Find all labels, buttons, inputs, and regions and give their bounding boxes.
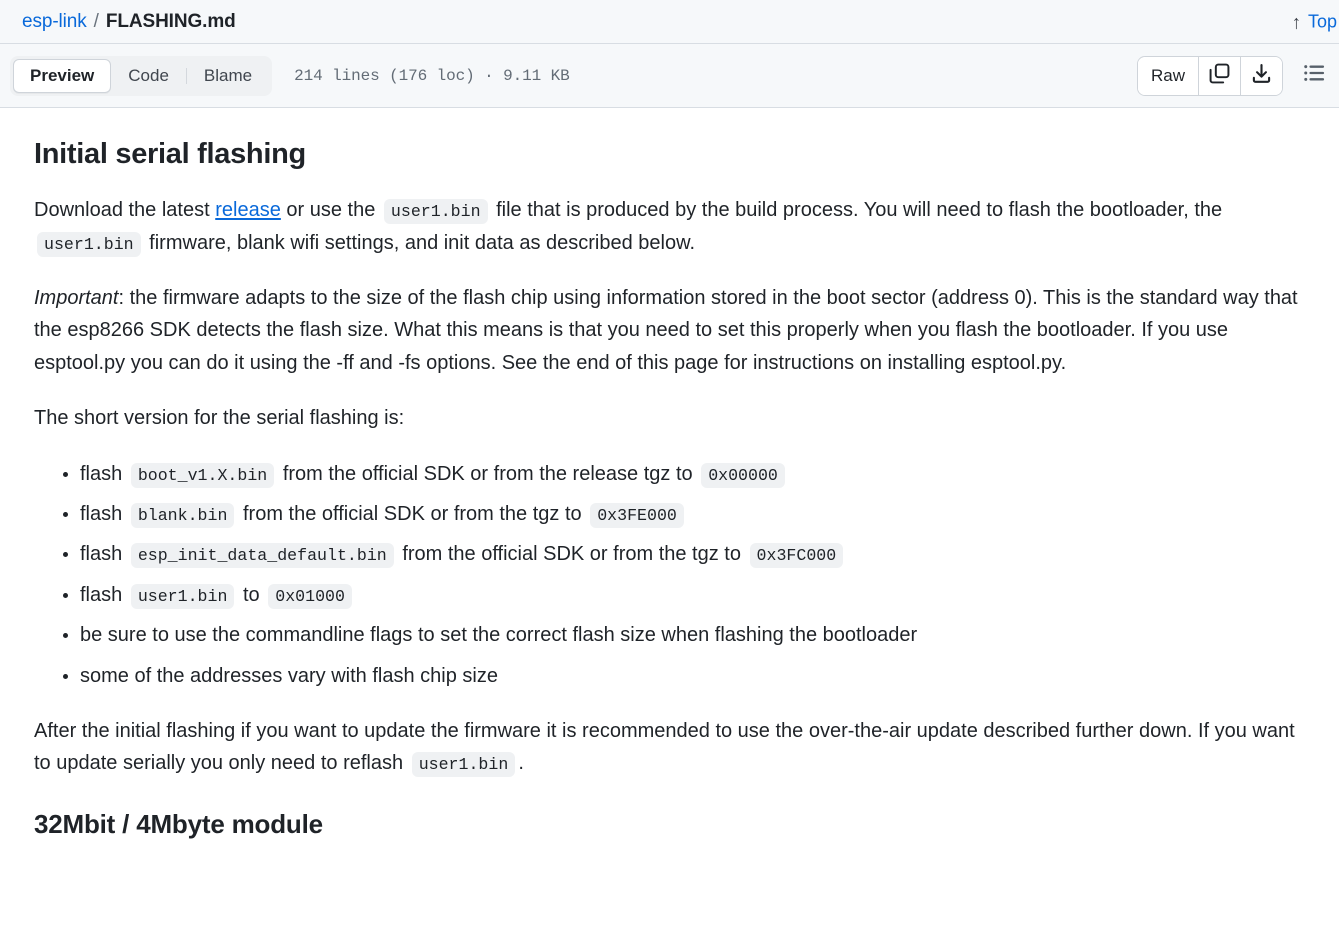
- text-fragment: Download the latest: [34, 199, 216, 222]
- tab-preview[interactable]: Preview: [13, 58, 112, 93]
- text-fragment: some of the addresses vary with flash ch…: [80, 664, 498, 687]
- text-fragment: from the official SDK or from the tgz to: [237, 502, 588, 525]
- breadcrumb-filename: FLASHING.md: [105, 10, 236, 32]
- release-link[interactable]: release: [215, 199, 281, 221]
- paragraph-short-version: The short version for the serial flashin…: [34, 407, 405, 430]
- breadcrumb-bar: esp-link / FLASHING.md ↑ Top: [0, 0, 1339, 44]
- text-fragment: .: [518, 752, 524, 775]
- text-fragment: be sure to use the commandline flags to …: [80, 624, 918, 647]
- list-item: be sure to use the commandline flags to …: [80, 619, 1305, 651]
- flash-steps-list: flash boot_v1.X.bin from the official SD…: [34, 458, 1305, 692]
- list-item: flash boot_v1.X.bin from the official SD…: [80, 458, 1305, 490]
- code-boot-bin: boot_v1.X.bin: [130, 462, 275, 488]
- text-fragment: flash: [80, 502, 128, 525]
- outline-toggle-button[interactable]: [1297, 59, 1331, 93]
- text-fragment: firmware, blank wifi settings, and init …: [143, 231, 696, 254]
- text-fragment: After the initial flashing if you want t…: [34, 719, 1295, 775]
- code-esp-init-bin: esp_init_data_default.bin: [130, 543, 394, 569]
- outline-list-icon: [1303, 62, 1325, 89]
- arrow-up-icon: ↑: [1291, 12, 1301, 33]
- text-fragment: to: [237, 583, 266, 606]
- file-action-button-group: Raw: [1136, 55, 1283, 96]
- text-fragment: : the firmware adapts to the size of the…: [34, 287, 1298, 374]
- text-fragment: or use the: [280, 199, 381, 222]
- list-item: some of the addresses vary with flash ch…: [80, 660, 1305, 692]
- breadcrumb-separator: /: [93, 10, 99, 32]
- code-address: 0x3FC000: [749, 543, 844, 569]
- copy-button[interactable]: [1198, 56, 1240, 95]
- paragraph-download: Download the latest release or use the u…: [34, 194, 1305, 259]
- text-fragment: from the official SDK or from the releas…: [277, 462, 699, 485]
- file-meta-text: 214 lines (176 loc) · 9.11 KB: [294, 66, 570, 85]
- text-fragment: from the official SDK or from the tgz to: [396, 543, 747, 566]
- code-user1-bin: user1.bin: [383, 199, 488, 225]
- download-button[interactable]: [1240, 56, 1282, 95]
- code-address: 0x3FE000: [590, 502, 684, 528]
- text-fragment: flash: [80, 462, 128, 485]
- important-emphasis: Important: [34, 287, 119, 310]
- copy-icon: [1209, 63, 1230, 89]
- paragraph-important: Important: the firmware adapts to the si…: [34, 282, 1305, 379]
- download-icon: [1251, 63, 1272, 89]
- tab-blame[interactable]: Blame: [187, 59, 269, 93]
- view-mode-segmented-control: Preview Code Blame: [10, 55, 273, 96]
- code-address: 0x01000: [268, 583, 352, 609]
- raw-button[interactable]: Raw: [1137, 56, 1198, 95]
- list-item: flash esp_init_data_default.bin from the…: [80, 538, 1305, 570]
- section-heading-module: 32Mbit / 4Mbyte module: [34, 808, 323, 839]
- code-user1-bin: user1.bin: [130, 583, 235, 609]
- tab-code[interactable]: Code: [111, 59, 186, 93]
- breadcrumb: esp-link / FLASHING.md: [22, 11, 236, 33]
- text-fragment: flash: [80, 543, 128, 566]
- text-fragment: flash: [80, 583, 128, 606]
- back-to-top-link[interactable]: ↑ Top: [1291, 11, 1339, 32]
- code-user1-bin: user1.bin: [411, 752, 516, 778]
- page-title: Initial serial flashing: [34, 138, 306, 170]
- list-item: flash user1.bin to 0x01000: [80, 579, 1305, 611]
- breadcrumb-repo-link[interactable]: esp-link: [22, 11, 87, 33]
- markdown-content: Initial serial flashing Download the lat…: [0, 108, 1339, 840]
- list-item: flash blank.bin from the official SDK or…: [80, 498, 1305, 530]
- toolbar-actions: Raw: [1136, 55, 1331, 96]
- code-user1-bin: user1.bin: [37, 231, 141, 257]
- code-blank-bin: blank.bin: [130, 502, 235, 528]
- file-toolbar: Preview Code Blame 214 lines (176 loc) ·…: [0, 44, 1339, 108]
- text-fragment: file that is produced by the build proce…: [490, 199, 1223, 222]
- paragraph-after-flashing: After the initial flashing if you want t…: [34, 715, 1305, 780]
- back-to-top-label: Top: [1307, 11, 1337, 31]
- code-address: 0x00000: [701, 462, 785, 488]
